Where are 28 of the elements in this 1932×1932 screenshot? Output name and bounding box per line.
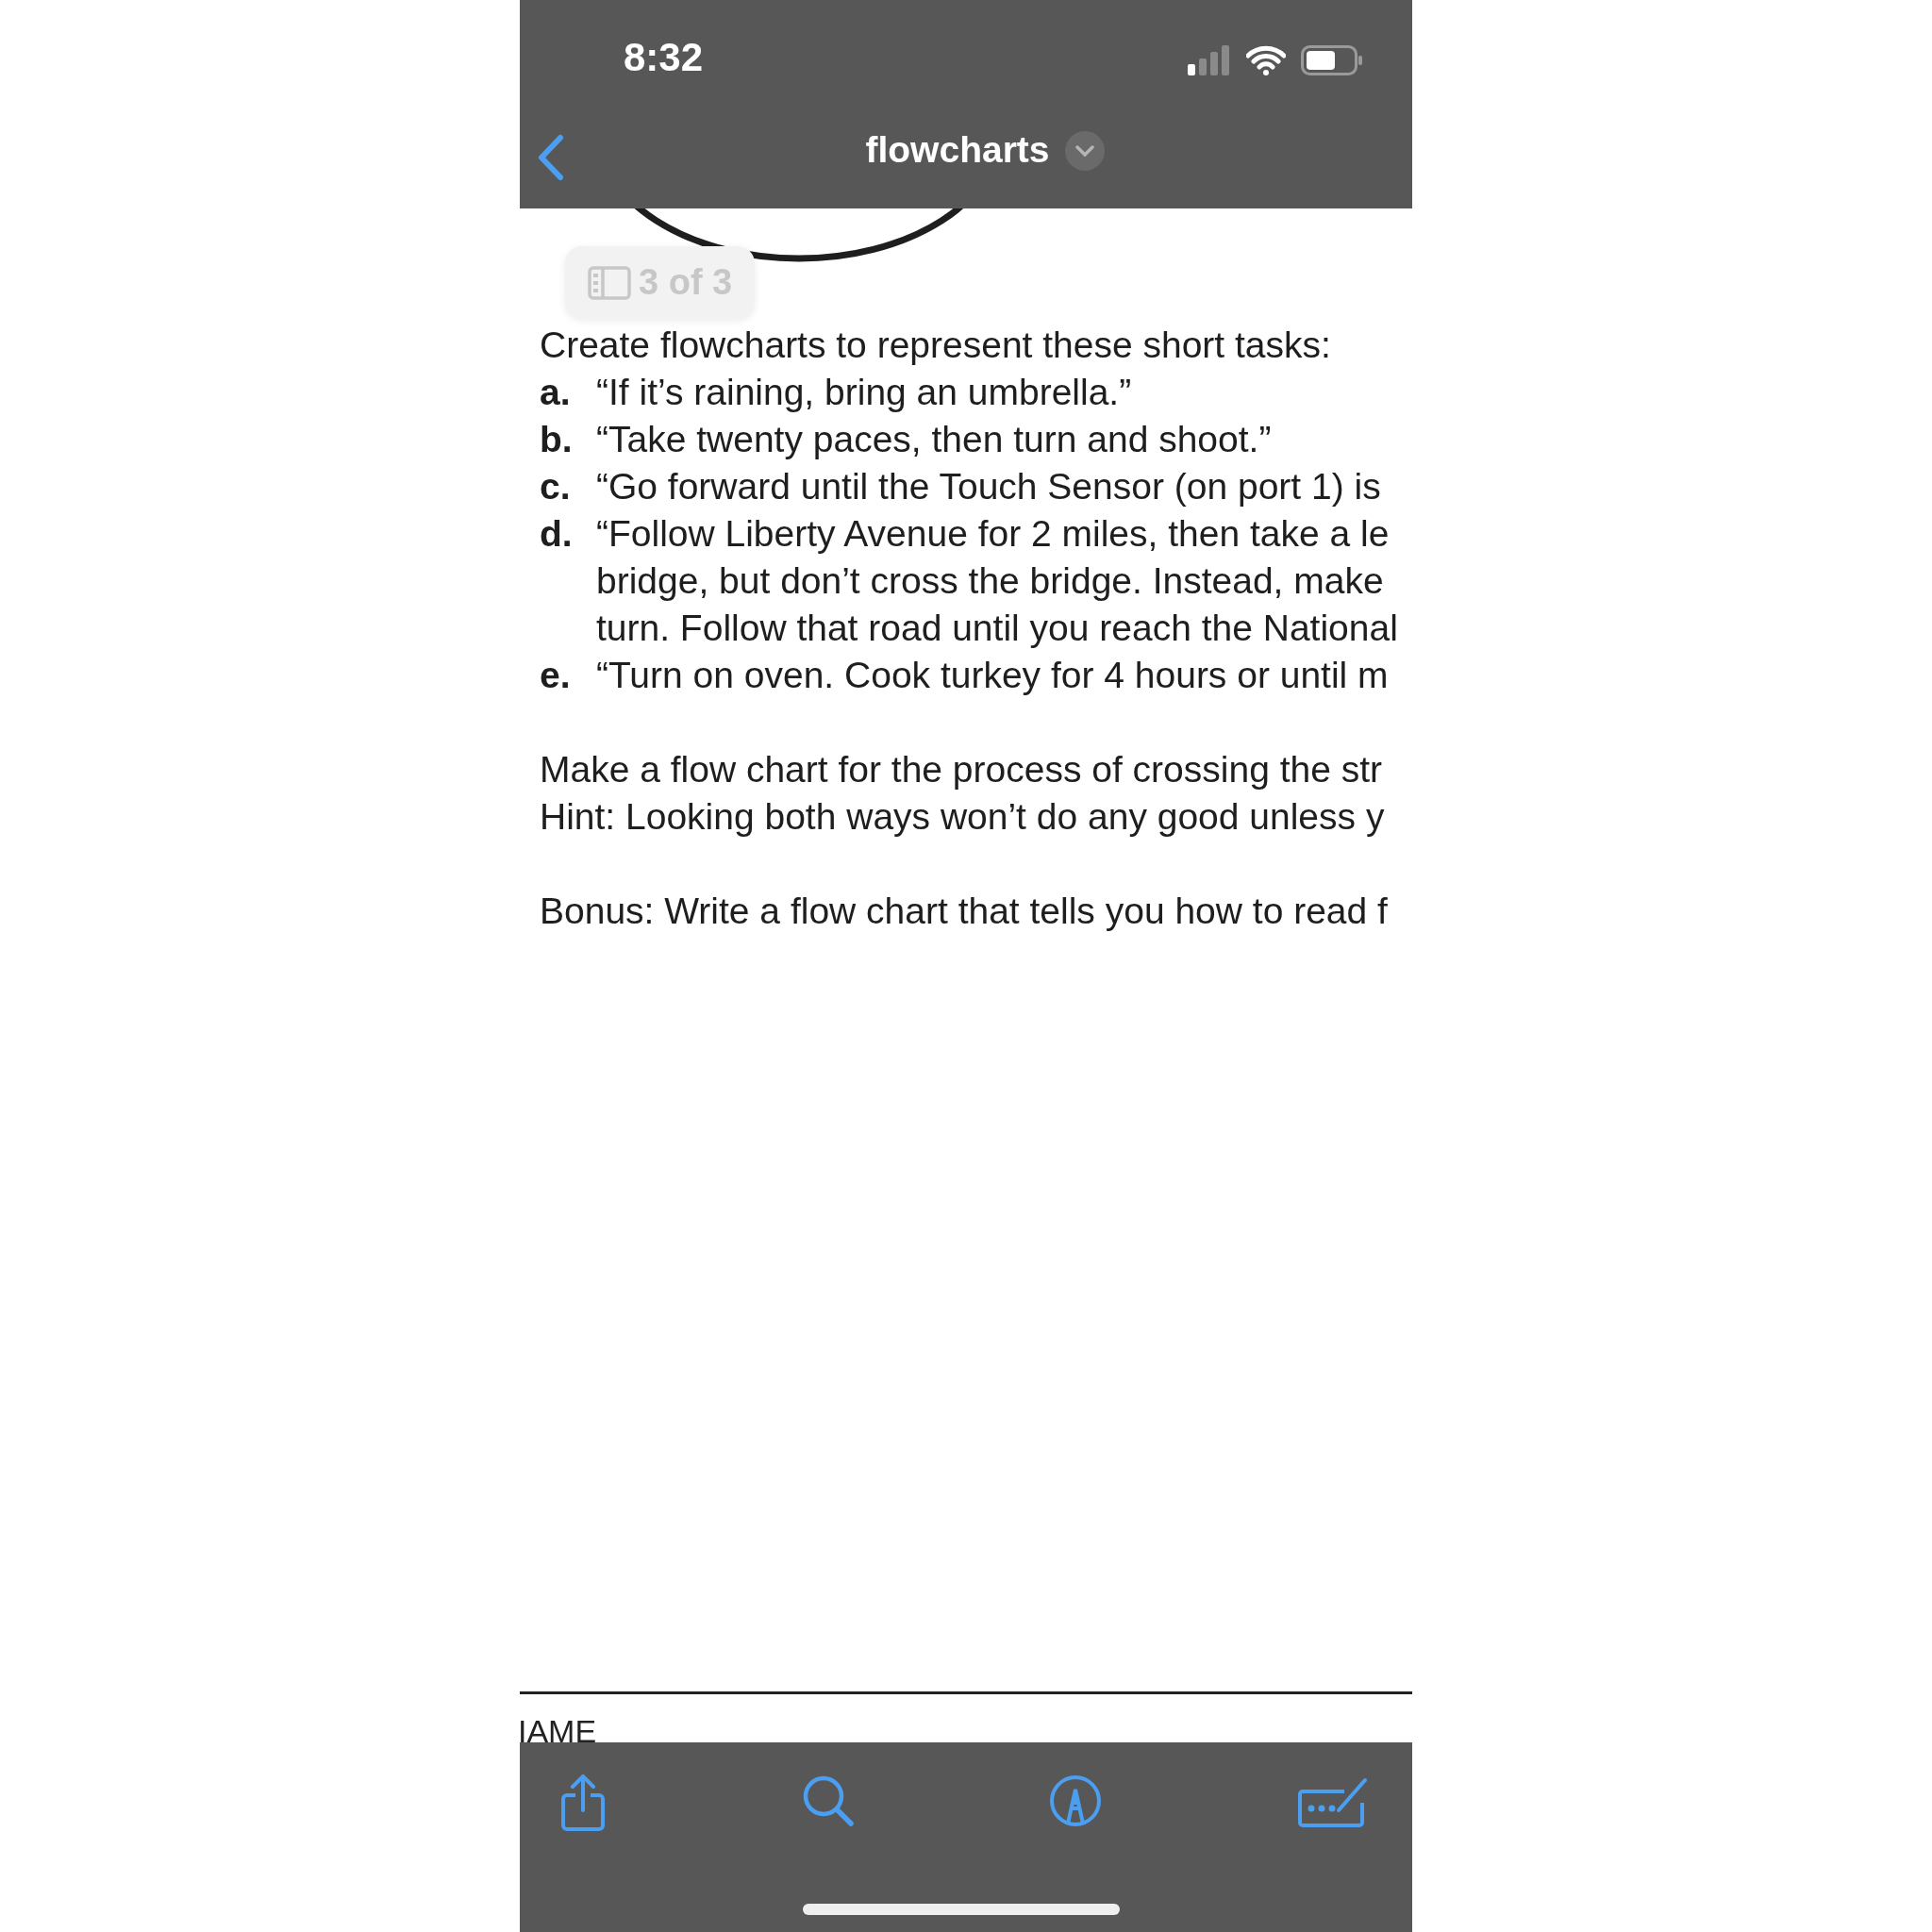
task-text: “Go forward until the Touch Sensor (on port 1) is xyxy=(596,465,1381,508)
task-text: bridge, but don’t cross the bridge. Instead, make xyxy=(596,559,1385,603)
paragraph-text: Hint: Looking both ways won’t do any good unless y xyxy=(540,795,1386,839)
task-text: turn. Follow that road until you reach the National xyxy=(596,607,1398,650)
document-title: flowcharts xyxy=(865,128,1050,173)
status-time: 8:32 xyxy=(624,34,704,81)
task-letter: d. xyxy=(540,512,574,556)
task-letter: b. xyxy=(540,418,574,461)
task-text: “Follow Liberty Avenue for 2 miles, then take a le xyxy=(596,512,1391,556)
paragraph-text: Bonus: Write a flow chart that tells you how to read f xyxy=(540,890,1389,933)
markup-button[interactable] xyxy=(1049,1774,1103,1827)
wifi-icon xyxy=(1246,45,1286,75)
instruction-text: Create flowcharts to represent these short tasks: xyxy=(540,324,1332,367)
battery-icon xyxy=(1301,45,1363,75)
share-button[interactable] xyxy=(559,1774,607,1831)
task-text: “Take twenty paces, then turn and shoot.” xyxy=(596,418,1272,461)
back-button[interactable] xyxy=(537,134,565,181)
signal-icon xyxy=(1188,45,1231,75)
task-letter: e. xyxy=(540,654,572,697)
sidebar-icon xyxy=(588,265,631,300)
task-letter: a. xyxy=(540,371,572,414)
chevron-down-icon xyxy=(1074,144,1094,157)
field-label: IAME xyxy=(520,1714,597,1750)
task-text: “If it’s raining, bring an umbrella.” xyxy=(596,371,1132,414)
task-letter: c. xyxy=(540,465,572,508)
task-text: “Turn on oven. Cook turkey for 4 hours or until m xyxy=(596,654,1389,697)
search-button[interactable] xyxy=(801,1774,855,1827)
paragraph-text: Make a flow chart for the process of crossing the str xyxy=(540,748,1384,791)
